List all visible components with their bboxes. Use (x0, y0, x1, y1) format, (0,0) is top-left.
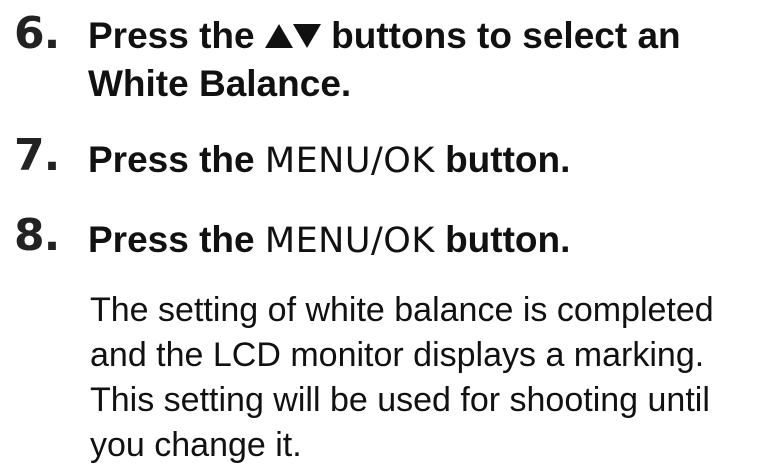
step-text-before: Press the (88, 15, 255, 56)
down-triangle-icon (292, 24, 321, 48)
step-number: 6. (14, 8, 60, 59)
step-instruction: Press the MENU/OK button. (88, 136, 768, 185)
menu-ok-button-label: MENU/OK (264, 141, 435, 181)
description-line: and the LCD monitor displays a marking. (90, 336, 705, 374)
step-text-line2: White Balance. (88, 63, 352, 104)
step-number: 8. (14, 210, 60, 261)
step-instruction: Press the MENU/OK button. (88, 216, 768, 265)
step-text-after: button. (445, 219, 571, 260)
up-down-buttons (264, 12, 321, 60)
step-description: The setting of white balance is complete… (90, 288, 770, 468)
step-text-after: buttons to select an (331, 15, 681, 56)
description-line: you change it. (90, 426, 302, 464)
step-text-before: Press the (88, 219, 255, 260)
description-line: The setting of white balance is complete… (90, 291, 714, 329)
description-line: This setting will be used for shooting u… (90, 381, 710, 419)
manual-page: 6. Press the buttons to select an White … (0, 0, 777, 471)
step-instruction: Press the buttons to select an White Bal… (88, 12, 768, 108)
menu-ok-button-label: MENU/OK (264, 221, 435, 261)
step-text-after: button. (445, 139, 571, 180)
step-number: 7. (14, 130, 60, 181)
step-text-before: Press the (88, 139, 255, 180)
up-triangle-icon (264, 24, 293, 48)
